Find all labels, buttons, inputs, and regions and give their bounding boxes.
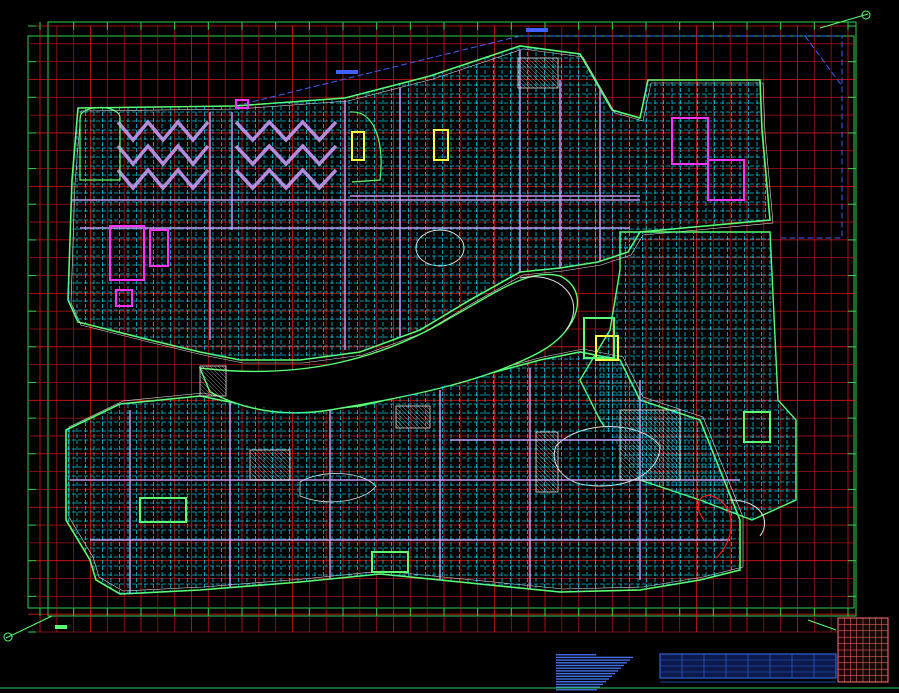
section-tag-bottom-left [55,625,67,629]
note-line [556,683,603,686]
note-line [556,681,606,683]
note-line [556,672,615,675]
section-tag-top [526,28,548,32]
note-line [556,656,633,659]
note-line [556,659,630,661]
note-line [556,689,597,691]
note-line [556,654,596,656]
cad-drawing-canvas [0,0,899,693]
note-line [556,662,627,664]
note-line [556,667,621,669]
note-line [556,664,624,667]
section-tag-north [336,70,358,74]
note-line [556,670,618,672]
note-line [556,678,609,680]
key-plan [837,617,889,683]
note-line [556,675,612,677]
courtyard-void [415,229,465,267]
